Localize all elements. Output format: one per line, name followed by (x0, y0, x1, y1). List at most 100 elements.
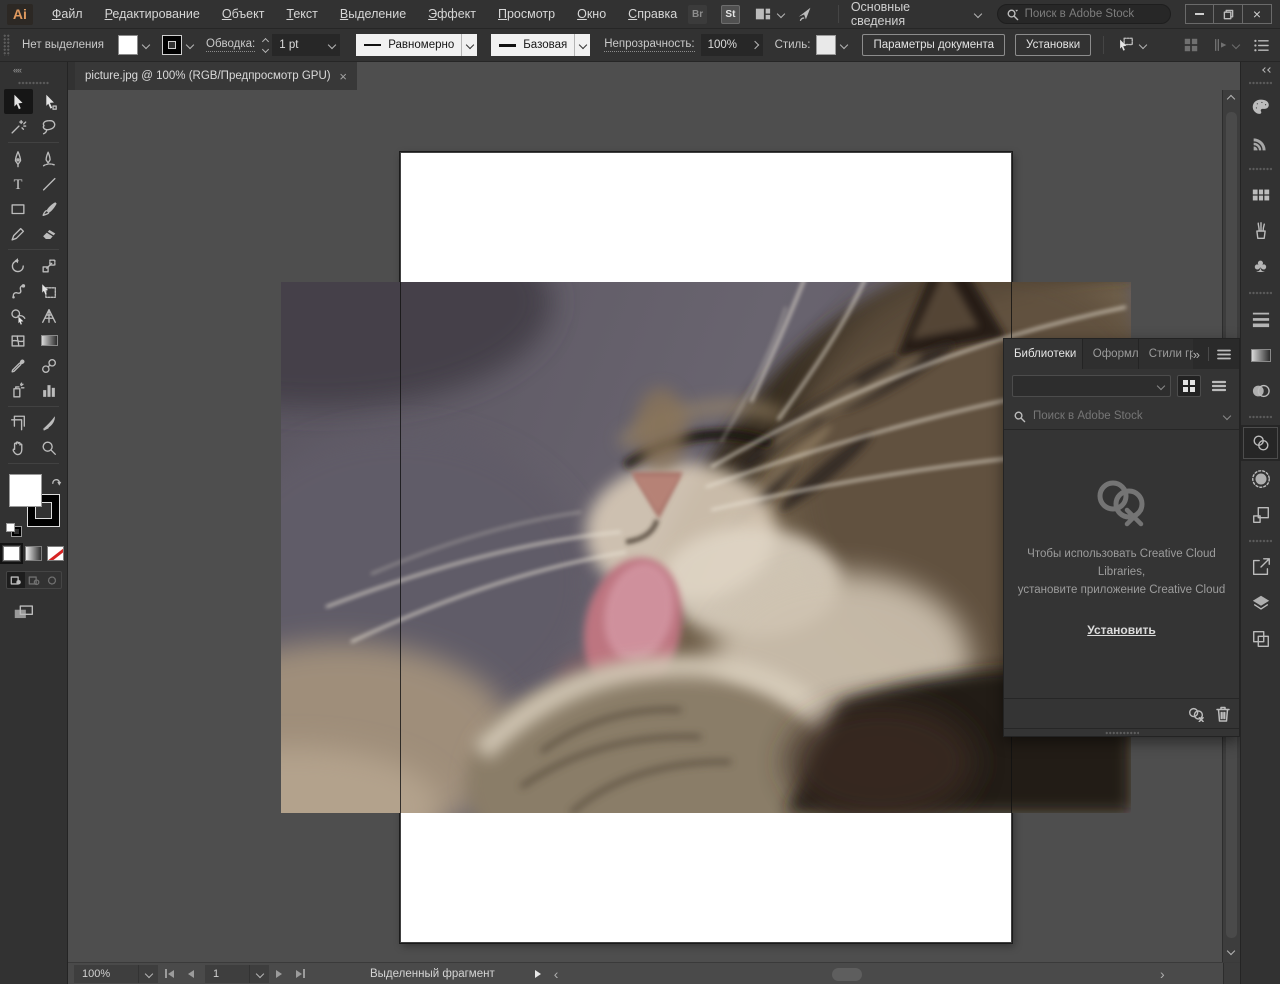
color-button[interactable] (3, 546, 20, 561)
menu-effect[interactable]: Эффект (417, 0, 487, 28)
menu-edit[interactable]: Редактирование (94, 0, 211, 28)
list-view-button[interactable] (1207, 375, 1231, 397)
stroke-color-dropdown[interactable] (182, 29, 198, 61)
library-search-row[interactable] (1004, 403, 1239, 430)
scroll-left-icon[interactable]: ‹ (554, 966, 559, 982)
document-tab[interactable]: picture.jpg @ 100% (RGB/Предпросмотр GPU… (75, 62, 357, 90)
scroll-up-icon[interactable] (1227, 95, 1235, 103)
swatches-panel-icon[interactable] (1241, 177, 1280, 213)
rotate-tool[interactable] (4, 253, 33, 278)
fill-indicator[interactable] (9, 474, 42, 507)
panel-grid-icon[interactable] (1183, 37, 1199, 53)
symbol-sprayer-tool[interactable] (4, 378, 33, 403)
artboard-tool[interactable] (4, 410, 33, 435)
curvature-tool[interactable] (35, 146, 64, 171)
type-tool[interactable]: T (4, 171, 33, 196)
opacity-dropdown[interactable] (747, 34, 763, 56)
fill-color-swatch[interactable] (118, 35, 138, 55)
last-artboard-button[interactable] (296, 969, 305, 978)
rectangle-tool[interactable] (4, 196, 33, 221)
opacity-panel-link[interactable]: Непрозрачность: (604, 38, 694, 52)
opacity-value[interactable]: 100% (701, 34, 747, 56)
previous-artboard-button[interactable] (188, 970, 194, 978)
cc-sync-icon[interactable] (1187, 706, 1206, 722)
grid-view-button[interactable] (1177, 375, 1201, 397)
asset-export-panel-icon[interactable] (1241, 549, 1280, 585)
status-display[interactable]: Выделенный фрагмент (370, 968, 495, 980)
menu-type[interactable]: Текст (275, 0, 328, 28)
arrange-documents-button[interactable] (754, 6, 784, 22)
library-select-dropdown[interactable] (1012, 375, 1171, 397)
dock-grip[interactable] (1249, 413, 1272, 421)
dock-grip[interactable] (1249, 537, 1272, 545)
preferences-button[interactable]: Установки (1015, 34, 1091, 56)
artboards-panel-icon[interactable] (1241, 621, 1280, 657)
stroke-panel-link[interactable]: Обводка: (206, 38, 255, 52)
close-button[interactable]: × (1243, 4, 1272, 24)
width-profile-dropdown[interactable]: Равномерно (356, 34, 477, 56)
stroke-width-dropdown[interactable] (324, 34, 340, 56)
zoom-tool[interactable] (35, 435, 64, 460)
stroke-width-stepper[interactable] (263, 39, 268, 52)
eraser-tool[interactable] (35, 221, 64, 246)
shaper-tool[interactable] (4, 221, 33, 246)
canvas-area[interactable]: Библиотеки Оформл Стили гр » (68, 90, 1240, 962)
appearance-panel-icon[interactable] (1241, 461, 1280, 497)
paintbrush-tool[interactable] (35, 196, 64, 221)
links-panel-icon[interactable] (1241, 497, 1280, 533)
magic-wand-tool[interactable] (4, 114, 33, 139)
mesh-tool[interactable] (4, 328, 33, 353)
tab-appearance[interactable]: Оформл (1083, 339, 1139, 369)
default-fill-stroke-icon[interactable] (6, 523, 21, 536)
tab-libraries[interactable]: Библиотеки (1004, 339, 1083, 369)
puppet-warp-tool[interactable] (4, 278, 33, 303)
panel-resize-grip[interactable] (1004, 728, 1239, 736)
menu-view[interactable]: Просмотр (487, 0, 566, 28)
next-artboard-button[interactable] (276, 970, 282, 978)
draw-normal-mode[interactable] (7, 572, 25, 588)
dock-grip[interactable] (1249, 165, 1272, 173)
horizontal-scroll-thumb[interactable] (832, 968, 862, 981)
graphic-style-dropdown[interactable] (836, 29, 852, 61)
zoom-level-field[interactable]: 100% (74, 965, 138, 983)
gradient-tool[interactable] (35, 328, 64, 353)
dock-grip[interactable] (1249, 79, 1272, 87)
tab-graphic-styles[interactable]: Стили гр (1139, 339, 1193, 369)
gradient-panel-icon[interactable] (1241, 337, 1280, 373)
stock-search-input[interactable] (1025, 8, 1155, 20)
column-graph-tool[interactable] (35, 378, 64, 403)
stock-search-box[interactable] (997, 4, 1171, 24)
scroll-down-icon[interactable] (1227, 947, 1235, 955)
shape-builder-tool[interactable] (4, 303, 33, 328)
stroke-panel-icon[interactable] (1241, 301, 1280, 337)
panel-expand-icon[interactable]: » (1193, 347, 1200, 362)
isolate-selection-button[interactable] (1116, 36, 1146, 54)
restore-button[interactable] (1214, 4, 1243, 24)
artboard-number-dropdown[interactable] (249, 965, 269, 983)
first-artboard-button[interactable] (165, 969, 174, 978)
zoom-level-dropdown[interactable] (138, 965, 158, 983)
graphic-style-swatch[interactable] (816, 35, 836, 55)
draw-inside-mode[interactable] (43, 572, 61, 588)
transparency-panel-icon[interactable] (1241, 373, 1280, 409)
menu-window[interactable]: Окно (566, 0, 617, 28)
menu-help[interactable]: Справка (617, 0, 688, 28)
gpu-performance-icon[interactable] (796, 5, 814, 23)
trash-icon[interactable] (1216, 706, 1230, 722)
none-button[interactable] (47, 546, 64, 561)
stroke-color-swatch[interactable] (162, 35, 182, 55)
screen-mode-button[interactable] (12, 603, 67, 627)
color-panel-icon[interactable] (1241, 89, 1280, 125)
menu-file[interactable]: Файл (41, 0, 94, 28)
bridge-badge-icon[interactable]: Br (688, 5, 707, 24)
stroke-width-value[interactable]: 1 pt (272, 34, 324, 56)
stock-badge-icon[interactable]: St (721, 5, 740, 24)
pen-tool[interactable] (4, 146, 33, 171)
symbols-panel-icon[interactable]: ♣ (1241, 249, 1280, 285)
free-transform-tool[interactable] (35, 278, 64, 303)
document-setup-button[interactable]: Параметры документа (862, 34, 1005, 56)
status-flyout-icon[interactable] (535, 970, 541, 978)
selection-tool[interactable] (4, 89, 33, 114)
dock-expand-button[interactable] (1241, 62, 1280, 77)
panel-grip[interactable] (3, 34, 10, 56)
